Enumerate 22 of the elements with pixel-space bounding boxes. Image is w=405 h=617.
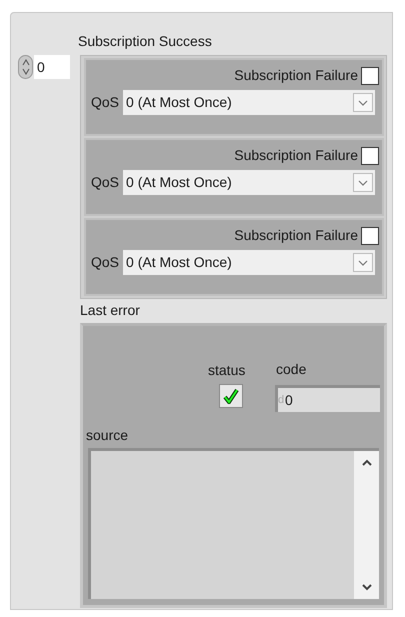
failure-label: Subscription Failure [234, 146, 358, 165]
qos-label: QoS [90, 253, 120, 272]
scroll-up-icon[interactable] [362, 459, 372, 466]
scrollbar[interactable] [354, 451, 379, 599]
failure-label: Subscription Failure [234, 66, 358, 85]
qos-dropdown[interactable]: 0 (At Most Once) [123, 90, 376, 115]
scroll-down-icon[interactable] [362, 584, 372, 591]
failure-label: Subscription Failure [234, 226, 358, 245]
qos-dropdown[interactable]: 0 (At Most Once) [123, 250, 376, 275]
index-field[interactable]: 0 [34, 55, 70, 79]
failure-checkbox[interactable] [361, 226, 379, 244]
source-label: source [86, 426, 128, 445]
code-label: code [276, 360, 306, 379]
array-label: Subscription Success [78, 32, 212, 51]
qos-dropdown[interactable]: 0 (At Most Once) [123, 170, 376, 195]
failure-checkbox[interactable] [361, 66, 379, 84]
status-label: status [208, 361, 246, 380]
qos-label: QoS [90, 93, 120, 112]
cluster-label: Last error [80, 301, 140, 320]
failure-checkbox[interactable] [361, 146, 379, 164]
qos-label: QoS [90, 173, 120, 192]
code-value: 0 [285, 390, 293, 410]
